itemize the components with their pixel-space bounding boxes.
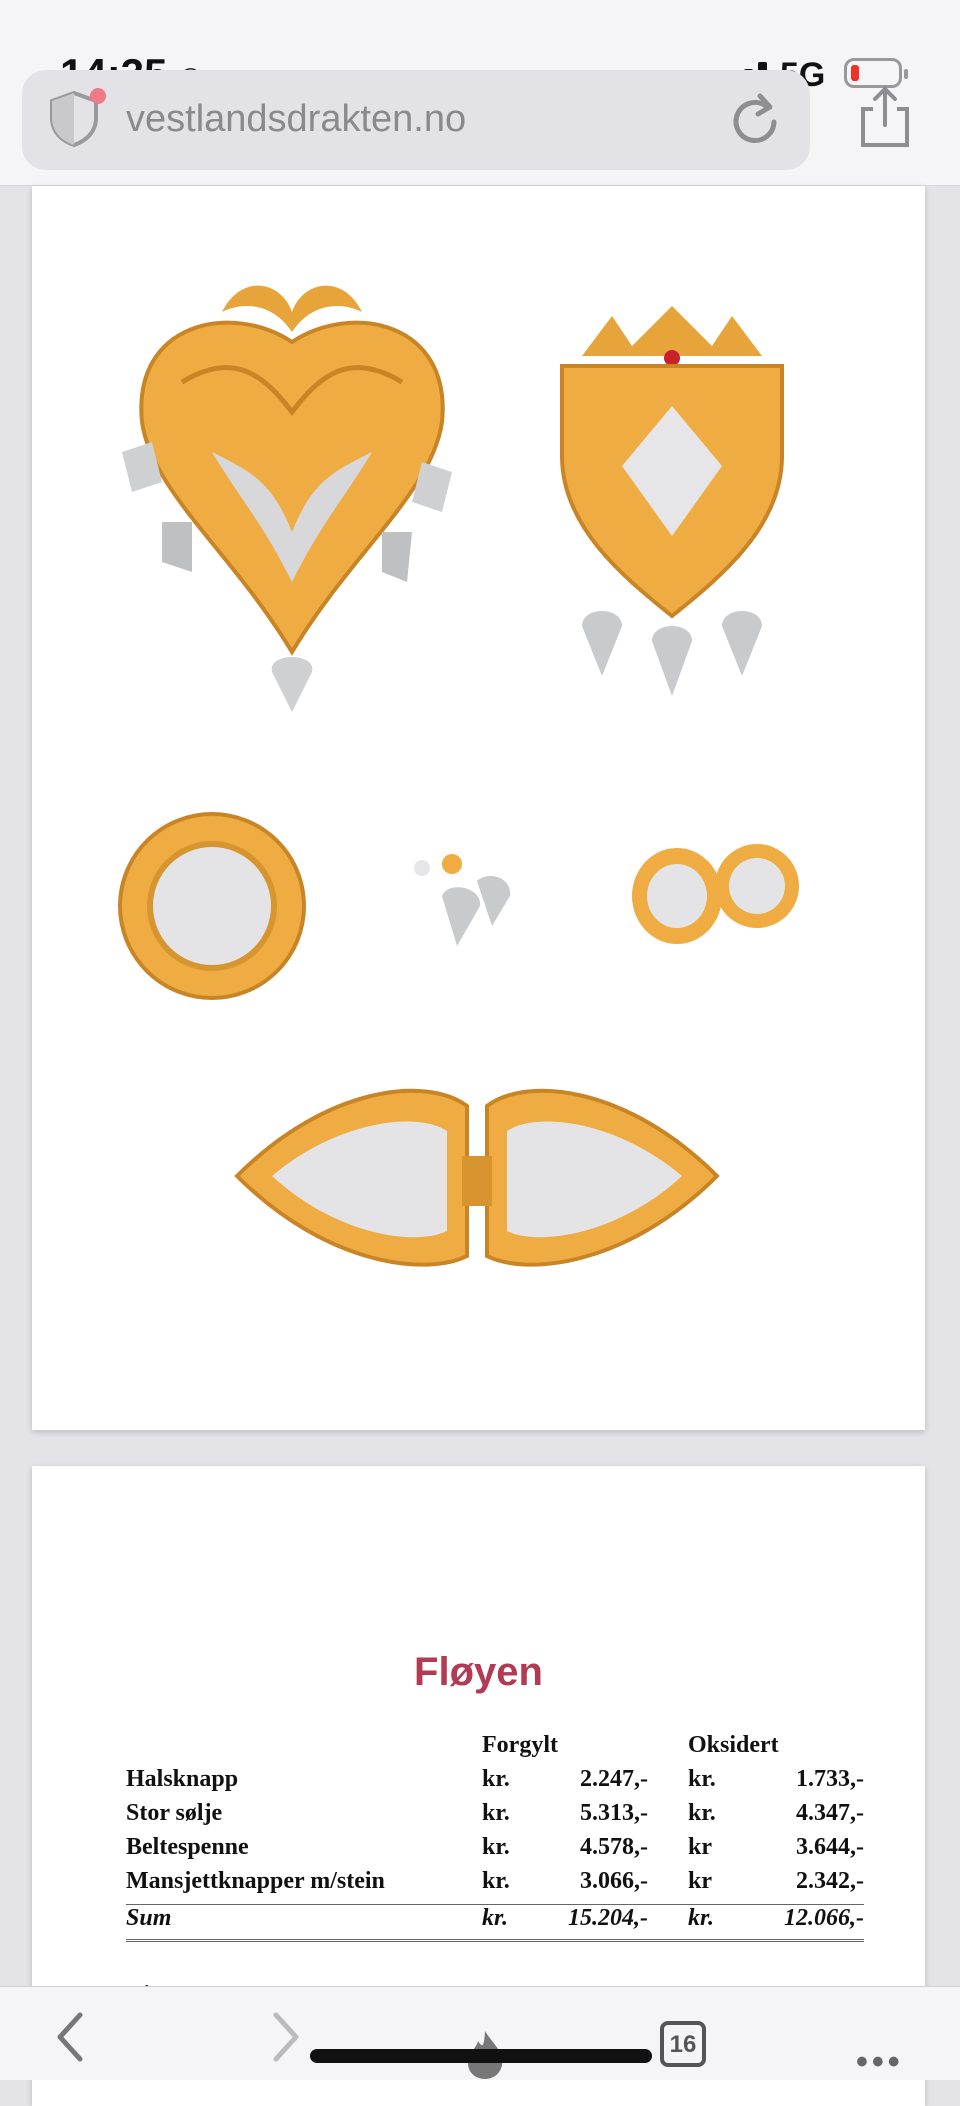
earrings-image [414,854,511,946]
price-cell-gilded: 4.578,- [580,1834,648,1860]
round-button-image [118,812,306,1000]
catalog-page-photos [32,186,925,1430]
price-cell-oxidized: 1.733,- [796,1766,864,1792]
address-bar[interactable]: vestlandsdrakten.no [22,70,810,170]
price-cell-name: Beltespenne [126,1834,249,1860]
browser-top-bar: 14:35☺ 5G vestlandsdrakten.no [0,0,960,186]
notification-dot [90,88,106,104]
price-cell-oxidized: 4.347,- [796,1800,864,1826]
sum-row: Sum kr. 15.204,- kr. 12.066,- [126,1904,864,1942]
price-cell-kr1: kr. [482,1766,510,1792]
halsknapp-image [560,306,784,696]
collection-title: Fløyen [414,1650,543,1694]
price-cell-gilded: 3.066,- [580,1868,648,1894]
forward-icon[interactable] [266,2007,306,2067]
price-cell-name: Mansjettknapper m/stein [126,1868,385,1894]
more-icon[interactable]: ••• [856,2043,904,2082]
price-cell-kr2: kr. [688,1766,716,1792]
price-cell-kr2: kr [688,1868,712,1894]
price-cell-name: Halsknapp [126,1766,239,1792]
url-text[interactable]: vestlandsdrakten.no [126,98,466,141]
price-cell-kr1: kr. [482,1800,510,1826]
price-table: Forgylt Oksidert Halsknapp kr. 2.247,- kr. 1… [126,1732,864,1942]
price-cell-kr2: kr. [688,1800,716,1826]
stor-solje-image [122,285,452,712]
price-cell-gilded: 2.247,- [580,1766,648,1792]
column-oxidized: Oksidert [688,1732,779,1758]
tabs-icon[interactable]: 16 [660,2021,706,2067]
back-icon[interactable] [50,2007,90,2067]
column-gilded: Forgylt [482,1732,558,1758]
price-cell-kr1: kr. [482,1868,510,1894]
price-cell-oxidized: 2.342,- [796,1868,864,1894]
beltespenne-image [234,1088,720,1267]
price-cell-gilded: 5.313,- [580,1800,648,1826]
home-indicator [310,2049,652,2063]
price-cell-name: Stor sølje [126,1800,223,1826]
price-cell-kr2: kr [688,1834,712,1860]
price-row: Halsknapp kr. 2.247,- kr. 1.733,- [126,1766,864,1800]
price-cell-oxidized: 3.644,- [796,1834,864,1860]
price-row: Stor sølje kr. 5.313,- kr. 4.347,- [126,1800,864,1834]
battery-icon [844,58,908,88]
reload-icon[interactable] [726,92,784,150]
price-cell-kr1: kr. [482,1834,510,1860]
browser-toolbar: 16 ••• [0,1986,960,2082]
cufflinks-image [632,844,799,944]
price-row: Beltespenne kr. 4.578,- kr 3.644,- [126,1834,864,1868]
price-table-header: Forgylt Oksidert [126,1732,864,1766]
price-row: Mansjettknapper m/stein kr. 3.066,- kr 2.342… [126,1868,864,1902]
share-icon[interactable] [855,85,915,149]
